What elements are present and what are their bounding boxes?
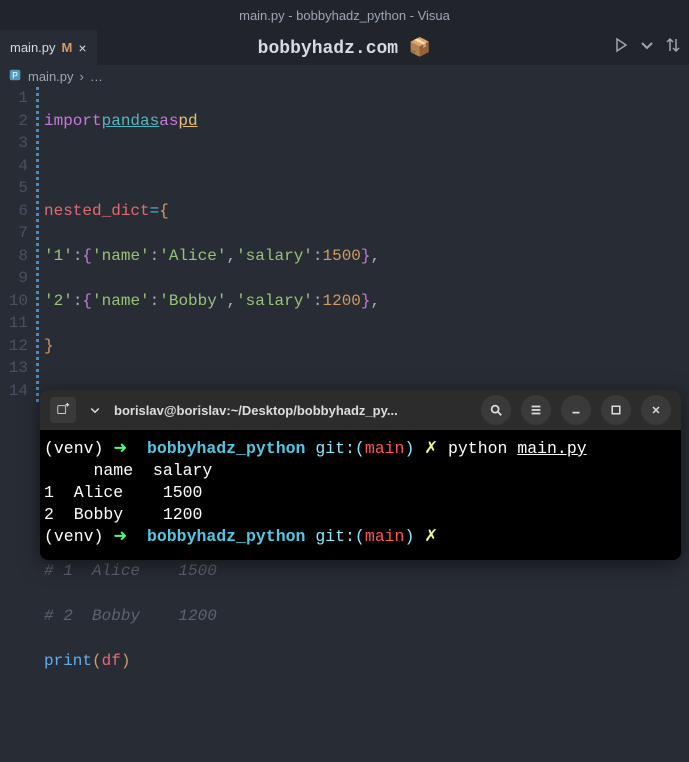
- terminal-output: name salary 1 Alice 1500 2 Bobby 1200: [44, 461, 212, 524]
- breadcrumb-sep: ›: [80, 69, 84, 84]
- svg-text:P: P: [12, 70, 18, 80]
- tab-main-py[interactable]: main.py M ×: [0, 30, 97, 65]
- window-title: main.py - bobbyhadz_python - Visua: [239, 8, 450, 23]
- watermark: bobbyhadz.com 📦: [258, 37, 432, 59]
- close-icon[interactable]: ×: [78, 40, 86, 56]
- run-icon[interactable]: [613, 37, 629, 58]
- editor-actions: [613, 37, 681, 58]
- modified-indicator: M: [62, 40, 73, 55]
- tab-bar: main.py M × bobbyhadz.com 📦: [0, 30, 689, 65]
- search-icon[interactable]: [481, 395, 511, 425]
- terminal-title: borislav@borislav:~/Desktop/bobbyhadz_py…: [114, 403, 471, 418]
- window-title-bar: main.py - bobbyhadz_python - Visua: [0, 0, 689, 30]
- gutter: 123 456 789 101112 1314: [0, 87, 36, 762]
- menu-icon[interactable]: [521, 395, 551, 425]
- terminal-new-tab-icon[interactable]: [50, 397, 76, 423]
- terminal-panel: borislav@borislav:~/Desktop/bobbyhadz_py…: [40, 390, 681, 560]
- breadcrumb-more: …: [90, 69, 103, 84]
- breadcrumb[interactable]: P main.py › …: [0, 65, 689, 87]
- minimize-icon[interactable]: [561, 395, 591, 425]
- terminal-header: borislav@borislav:~/Desktop/bobbyhadz_py…: [40, 390, 681, 430]
- compare-icon[interactable]: [665, 37, 681, 58]
- terminal-body[interactable]: (venv) ➜ bobbyhadz_python git:(main) ✗ p…: [40, 430, 681, 560]
- tab-label: main.py: [10, 40, 56, 55]
- python-file-icon: P: [8, 68, 22, 85]
- close-icon[interactable]: [641, 395, 671, 425]
- chevron-down-icon[interactable]: [86, 404, 104, 416]
- chevron-down-icon[interactable]: [639, 37, 655, 58]
- maximize-icon[interactable]: [601, 395, 631, 425]
- breadcrumb-file: main.py: [28, 69, 74, 84]
